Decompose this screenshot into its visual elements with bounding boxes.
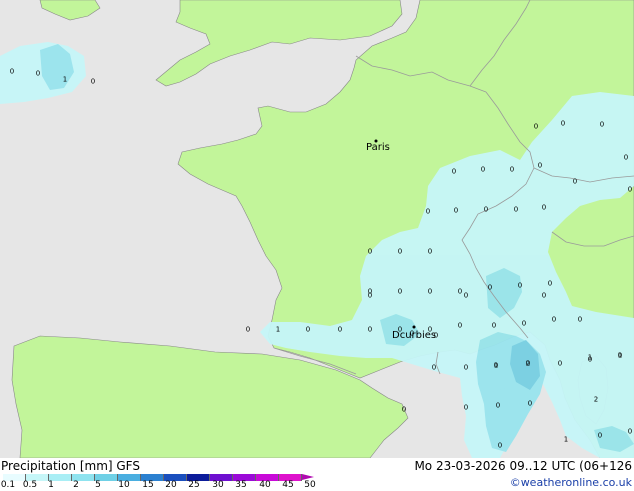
precip-value: 0 <box>90 77 96 86</box>
precip-value: 0 <box>337 325 343 334</box>
precip-value: 0 <box>627 185 633 194</box>
legend-tick: 0.1 <box>0 480 16 490</box>
precip-value: 0 <box>401 405 407 414</box>
precip-value: 0 <box>557 359 563 368</box>
city-label-paris: Paris <box>366 142 390 153</box>
precip-value: 0 <box>367 325 373 334</box>
legend-tick: 35 <box>235 480 247 490</box>
precip-value: 0 <box>9 67 15 76</box>
precip-value: 0 <box>547 279 553 288</box>
precip-value: 0 <box>397 287 403 296</box>
precip-value: 0 <box>367 291 373 300</box>
footer: Precipitation [mm] GFS Mo 23-03-2026 09.… <box>0 458 634 490</box>
precip-value: 0 <box>409 329 415 338</box>
precip-value: 1 <box>563 435 569 444</box>
precip-value: 0 <box>577 315 583 324</box>
legend-tick: 1 <box>48 480 54 490</box>
precip-value: 0 <box>427 325 433 334</box>
precip-value: 0 <box>453 206 459 215</box>
map-canvas <box>0 0 634 458</box>
precip-value: 0 <box>305 325 311 334</box>
legend-tick: 20 <box>165 480 177 490</box>
forecast-datetime: Mo 23-03-2026 09..12 UTC (06+126 <box>414 459 632 473</box>
precip-value: 0 <box>427 247 433 256</box>
precip-value: 0 <box>495 401 501 410</box>
legend-tick: 10 <box>118 480 130 490</box>
precip-value: 0 <box>627 427 633 436</box>
legend-tick: 40 <box>259 480 271 490</box>
precip-value: 1 <box>62 75 68 84</box>
legend-tick: 45 <box>282 480 294 490</box>
precip-value: 0 <box>245 325 251 334</box>
legend-tick: 25 <box>188 480 200 490</box>
precip-value: 0 <box>35 69 41 78</box>
precip-value: 0 <box>487 283 493 292</box>
precip-value: 0 <box>425 207 431 216</box>
precip-value: 1 <box>493 361 499 370</box>
precip-value: 0 <box>397 247 403 256</box>
precip-value: 1 <box>275 325 281 334</box>
legend-tick: 2 <box>73 480 79 490</box>
precip-value: 0 <box>541 291 547 300</box>
precip-value: 0 <box>463 363 469 372</box>
precip-value: 0 <box>533 122 539 131</box>
precip-value: 0 <box>483 205 489 214</box>
precip-value: 0 <box>623 153 629 162</box>
precip-value: 0 <box>463 291 469 300</box>
precip-value: 0 <box>541 203 547 212</box>
precip-value: 2 <box>525 359 531 368</box>
precip-value: 1 <box>587 353 593 362</box>
legend-tick: 5 <box>95 480 101 490</box>
precip-value: 0 <box>457 321 463 330</box>
precip-value: 0 <box>521 319 527 328</box>
precip-value: 0 <box>367 247 373 256</box>
legend-tick: 50 <box>304 480 316 490</box>
precip-value: 0 <box>491 321 497 330</box>
legend-tick: 0.5 <box>22 480 38 490</box>
precip-value: 0 <box>551 315 557 324</box>
precip-value: 0 <box>572 177 578 186</box>
precip-value: 0 <box>509 165 515 174</box>
map-title: Precipitation [mm] GFS <box>1 459 140 473</box>
site-credit[interactable]: ©weatheronline.co.uk <box>510 476 632 489</box>
precip-value: 0 <box>431 363 437 372</box>
precip-value: 0 <box>463 403 469 412</box>
precip-value: 0 <box>451 167 457 176</box>
precip-value: 0 <box>497 441 503 450</box>
precipitation-map: Paris Dcurbies 0010000000000000000000000… <box>0 0 634 458</box>
precip-value: 0 <box>433 331 439 340</box>
precip-value: 0 <box>599 120 605 129</box>
precip-value: 0 <box>527 399 533 408</box>
precip-value: 0 <box>457 287 463 296</box>
precip-value: 0 <box>513 205 519 214</box>
legend-tick: 15 <box>142 480 154 490</box>
precip-value: 0 <box>427 287 433 296</box>
precip-value: 0 <box>517 281 523 290</box>
precip-value: 0 <box>397 325 403 334</box>
dcurbies-marker <box>412 325 416 329</box>
precip-value: 0 <box>480 165 486 174</box>
precip-value: 2 <box>593 395 599 404</box>
precip-value: 1 <box>617 351 623 360</box>
precip-value: 0 <box>560 119 566 128</box>
precip-value: 0 <box>597 431 603 440</box>
legend-tick: 30 <box>212 480 224 490</box>
precip-value: 0 <box>537 161 543 170</box>
